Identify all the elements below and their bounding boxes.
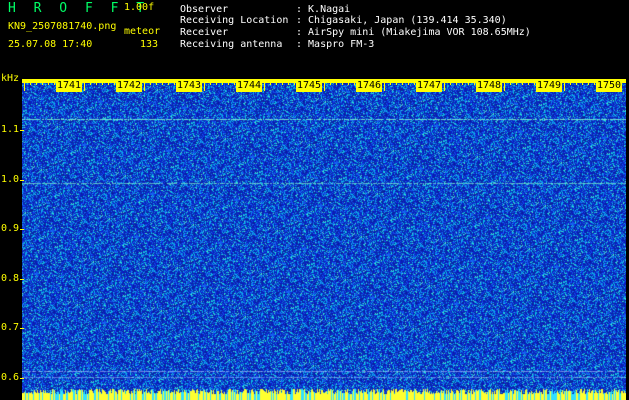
time-tick-mark [462, 79, 463, 85]
time-tick-mark [414, 79, 415, 85]
time-tick-mark [222, 79, 223, 85]
spectrogram [22, 81, 626, 400]
time-tick-label: 1742 [116, 80, 143, 92]
time-tick-mark [408, 79, 409, 85]
time-tick-mark [96, 79, 97, 85]
time-tick-mark [228, 79, 229, 85]
time-tick-mark [528, 79, 529, 85]
time-tick-label: 1749 [536, 80, 563, 92]
y-tick-label: 0.6 [1, 372, 20, 383]
time-tick-mark [276, 79, 277, 85]
y-tick-mark [20, 180, 24, 181]
time-tick-label: 1744 [236, 80, 263, 92]
time-tick-mark [522, 79, 523, 85]
time-tick-mark [444, 79, 445, 91]
time-tick-mark [396, 79, 397, 85]
time-tick-mark [156, 79, 157, 85]
time-tick-mark [456, 79, 457, 85]
time-tick-mark [48, 79, 49, 85]
time-tick-mark [108, 79, 109, 85]
time-tick-mark [348, 79, 349, 85]
observer-value: : K.Nagai [296, 4, 351, 15]
time-tick-mark [474, 79, 475, 85]
location-value: : Chigasaki, Japan (139.414 35.340) [296, 15, 507, 26]
time-tick-mark [168, 79, 169, 85]
time-tick-mark [270, 79, 271, 85]
time-tick-label: 1750 [596, 80, 623, 92]
y-tick-mark [20, 229, 24, 230]
time-tick-mark [216, 79, 217, 85]
time-tick-mark [450, 79, 451, 85]
time-tick-mark [234, 79, 235, 85]
time-tick-mark [114, 79, 115, 85]
time-tick-mark [102, 79, 103, 85]
y-tick-mark [20, 328, 24, 329]
observer-label: Observer [180, 4, 229, 15]
time-tick-mark [282, 79, 283, 85]
antenna-label: Receiving antenna [180, 39, 283, 50]
time-tick-mark [390, 79, 391, 85]
time-tick-mark [24, 79, 25, 91]
y-tick-label: 0.7 [1, 322, 20, 333]
echo-count: 133 [140, 39, 159, 50]
spectrogram-canvas [22, 81, 626, 400]
y-tick-label: 1.0 [1, 174, 20, 185]
time-tick-mark [570, 79, 571, 85]
receiver-value: : AirSpy mini (Miakejima VOR 108.65MHz) [296, 27, 531, 38]
time-tick-mark [174, 79, 175, 85]
time-tick-mark [516, 79, 517, 85]
receiver-label: Receiver [180, 27, 229, 38]
y-tick-mark [20, 279, 24, 280]
time-tick-mark [294, 79, 295, 85]
time-tick-mark [42, 79, 43, 85]
time-tick-label: 1747 [416, 80, 443, 92]
time-tick-label: 1745 [296, 80, 323, 92]
y-tick-mark [20, 378, 24, 379]
time-tick-mark [504, 79, 505, 91]
time-tick-label: 1743 [176, 80, 203, 92]
time-tick-mark [150, 79, 151, 85]
time-tick-mark [384, 79, 385, 91]
y-tick-label: 0.8 [1, 273, 20, 284]
time-tick-mark [288, 79, 289, 85]
detection-mode: meteor [124, 26, 161, 37]
time-tick-mark [534, 79, 535, 85]
time-tick-mark [210, 79, 211, 85]
time-tick-mark [264, 79, 265, 91]
time-tick-mark [204, 79, 205, 91]
time-tick-label: 1741 [56, 80, 83, 92]
time-tick-mark [342, 79, 343, 85]
capture-datetime: 25.07.08 17:40 [8, 39, 93, 50]
time-tick-mark [54, 79, 55, 85]
time-tick-mark [36, 79, 37, 85]
time-tick-mark [144, 79, 145, 91]
file-name: KN9_2507081740.png [8, 21, 117, 32]
time-tick-mark [468, 79, 469, 85]
location-label: Receiving Location [180, 15, 289, 26]
time-tick-mark [90, 79, 91, 85]
y-axis-unit: kHz [1, 73, 20, 84]
y-tick-label: 0.9 [1, 223, 20, 234]
time-tick-mark [330, 79, 331, 85]
time-tick-mark [588, 79, 589, 85]
hrofft-window: H R O F F T 1.00f KN9_2507081740.png met… [0, 0, 629, 400]
time-tick-mark [594, 79, 595, 85]
time-tick-mark [582, 79, 583, 85]
time-tick-mark [576, 79, 577, 85]
time-tick-mark [402, 79, 403, 85]
time-tick-label: 1746 [356, 80, 383, 92]
app-version: 1.00f [124, 2, 155, 13]
time-tick-mark [510, 79, 511, 85]
y-tick-mark [20, 130, 24, 131]
time-tick-mark [162, 79, 163, 85]
y-tick-label: 1.1 [1, 124, 20, 135]
time-tick-mark [84, 79, 85, 91]
time-tick-label: 1748 [476, 80, 503, 92]
time-tick-mark [564, 79, 565, 91]
time-tick-mark [354, 79, 355, 85]
time-tick-mark [324, 79, 325, 91]
time-tick-mark [336, 79, 337, 85]
time-tick-mark [30, 79, 31, 85]
antenna-value: : Maspro FM-3 [296, 39, 375, 50]
